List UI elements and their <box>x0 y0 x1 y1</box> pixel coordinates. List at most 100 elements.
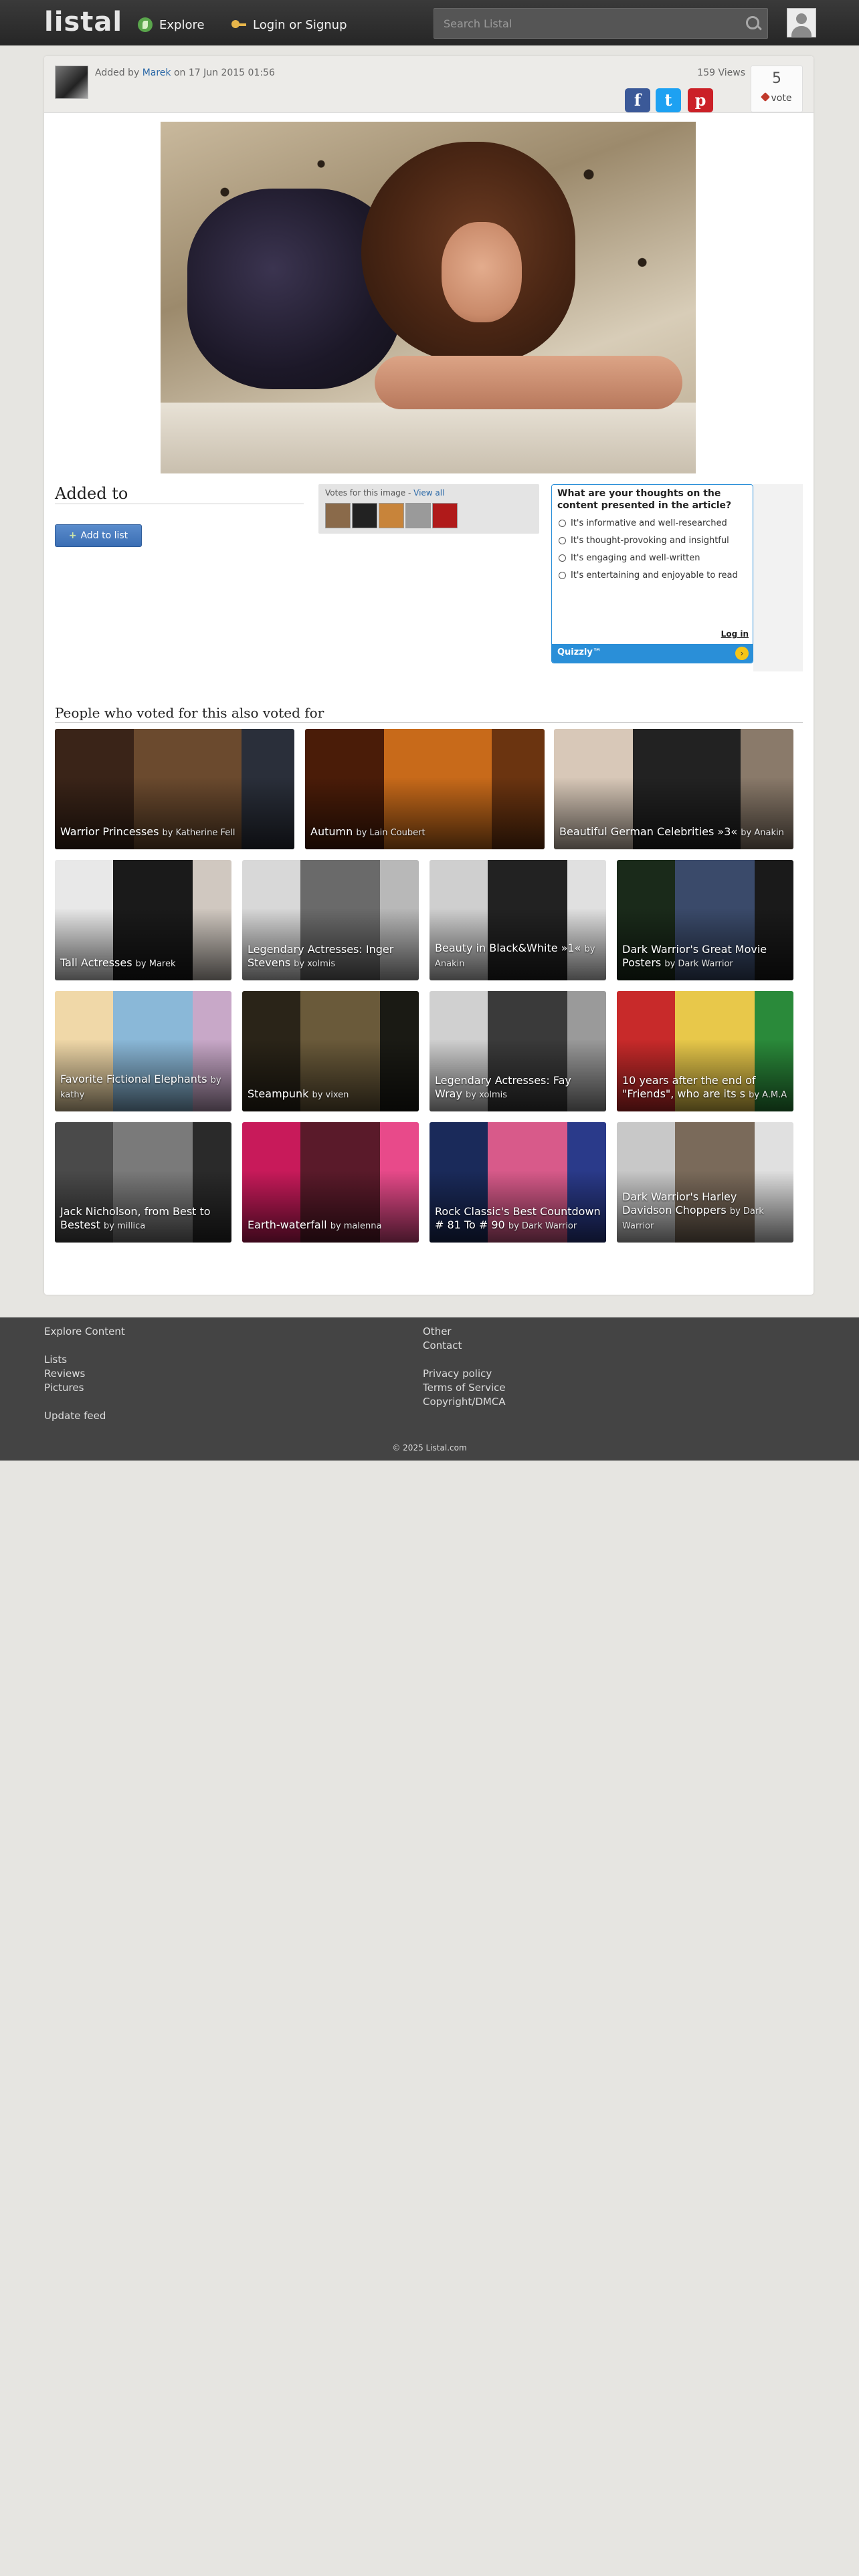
footer-copyright-text: © 2025 Listal.com <box>392 1443 467 1453</box>
tile-caption: Tall Actresses by Marek <box>60 956 226 971</box>
voter-avatar[interactable] <box>432 503 458 528</box>
footer-pictures-link[interactable]: Pictures <box>44 1382 84 1394</box>
added-to-heading: Added to <box>55 484 128 503</box>
pinterest-share-button[interactable]: p <box>688 88 713 112</box>
vote-button[interactable]: 5 vote <box>751 66 803 112</box>
view-count: 159 Views <box>697 68 745 78</box>
quiz-next-arrow-icon[interactable]: › <box>735 647 749 660</box>
radio-icon <box>559 554 566 562</box>
tile-caption: Steampunk by vixen <box>248 1087 413 1102</box>
add-to-list-button[interactable]: + Add to list <box>55 524 142 547</box>
footer-contact-link[interactable]: Contact <box>423 1339 462 1352</box>
twitter-share-button[interactable]: t <box>656 88 681 112</box>
uploader-avatar[interactable] <box>55 66 88 99</box>
also-voted-list-tile[interactable]: Favorite Fictional Elephants by kathy <box>55 991 231 1111</box>
also-voted-list-tile[interactable]: Tall Actresses by Marek <box>55 860 231 980</box>
footer-copyright-link[interactable]: Copyright/DMCA <box>423 1396 506 1408</box>
quiz-question: What are your thoughts on the content pr… <box>557 488 732 511</box>
voter-avatar[interactable] <box>405 503 431 528</box>
user-avatar[interactable] <box>787 8 816 37</box>
also-voted-list-tile[interactable]: Beautiful German Celebrities »3« by Anak… <box>554 729 793 849</box>
quiz-option-label: It's engaging and well-written <box>571 553 700 563</box>
tile-title: Warrior Princesses <box>60 825 159 838</box>
vote-label: vote <box>771 93 792 104</box>
vote-count: 5 <box>772 70 781 87</box>
also-voted-list-tile[interactable]: Warrior Princesses by Katherine Fell <box>55 729 294 849</box>
radio-icon <box>559 572 566 579</box>
also-voted-list-tile[interactable]: Dark Warrior's Great Movie Posters by Da… <box>617 860 793 980</box>
footer-update-feed-link[interactable]: Update feed <box>44 1410 106 1422</box>
added-by-line: Added by Marek on 17 Jun 2015 01:56 <box>95 68 275 78</box>
tile-author: by Katherine Fell <box>162 828 235 838</box>
quiz-login-link[interactable]: Log in <box>721 629 749 639</box>
site-footer: Explore Content Lists Reviews Pictures U… <box>0 1317 859 1461</box>
tile-author: by Marek <box>135 959 176 969</box>
explore-link[interactable]: Explore <box>138 17 205 32</box>
tile-caption: Legendary Actresses: Fay Wray by xolmis <box>435 1074 601 1102</box>
quiz-option[interactable]: It's engaging and well-written <box>559 553 739 564</box>
quiz-option-label: It's thought-provoking and insightful <box>571 536 729 546</box>
tile-caption: Warrior Princesses by Katherine Fell <box>60 825 289 840</box>
also-voted-list-tile[interactable]: Beauty in Black&White »1« by Anakin <box>430 860 606 980</box>
also-voted-list-tile[interactable]: Dark Warrior's Harley Davidson Choppers … <box>617 1122 793 1243</box>
divider <box>55 722 803 723</box>
tile-caption: Rock Classic's Best Countdown # 81 To # … <box>435 1205 601 1233</box>
also-voted-list-tile[interactable]: Autumn by Lain Coubert <box>305 729 545 849</box>
added-date: on 17 Jun 2015 01:56 <box>173 68 275 78</box>
tile-caption: Legendary Actresses: Inger Stevens by xo… <box>248 943 413 971</box>
footer-privacy-link[interactable]: Privacy policy <box>423 1368 492 1380</box>
tile-title: Steampunk <box>248 1087 309 1100</box>
login-signup-link[interactable]: Login or Signup <box>231 17 347 32</box>
voter-avatar[interactable] <box>325 503 351 528</box>
search-input[interactable] <box>434 9 729 38</box>
voter-avatar[interactable] <box>379 503 404 528</box>
plus-icon: + <box>68 530 77 541</box>
tile-title: Dark Warrior's Harley Davidson Choppers <box>622 1190 737 1216</box>
uploader-link[interactable]: Marek <box>142 68 171 78</box>
quiz-option[interactable]: It's thought-provoking and insightful <box>559 536 739 546</box>
also-voted-list-tile[interactable]: Earth-waterfall by malenna <box>242 1122 419 1243</box>
tile-author: by xolmis <box>294 959 336 969</box>
also-voted-list-tile[interactable]: Jack Nicholson, from Best to Bestest by … <box>55 1122 231 1243</box>
tile-author: by malenna <box>330 1221 382 1231</box>
main-photo[interactable] <box>161 122 696 473</box>
quiz-option-label: It's informative and well-researched <box>571 518 727 528</box>
photo-region-sheet <box>161 403 696 473</box>
listal-logo[interactable]: listal <box>44 7 122 37</box>
also-voted-list-tile[interactable]: Legendary Actresses: Inger Stevens by xo… <box>242 860 419 980</box>
twitter-icon: t <box>664 90 672 110</box>
tile-title: Beauty in Black&White »1« <box>435 942 581 954</box>
explore-label: Explore <box>159 17 205 32</box>
tile-caption: Beautiful German Celebrities »3« by Anak… <box>559 825 788 840</box>
tile-title: Tall Actresses <box>60 956 132 969</box>
tile-title: Beautiful German Celebrities »3« <box>559 825 738 838</box>
radio-icon <box>559 537 566 544</box>
tile-author: by millica <box>103 1221 146 1231</box>
login-signup-label: Login or Signup <box>253 17 347 32</box>
quiz-option[interactable]: It's entertaining and enjoyable to read <box>559 570 739 581</box>
voter-avatar[interactable] <box>352 503 377 528</box>
footer-other: Other <box>423 1325 452 1337</box>
globe-icon <box>138 17 153 32</box>
also-voted-list-tile[interactable]: 10 years after the end of "Friends", who… <box>617 991 793 1111</box>
votes-title-text: Votes for this image - <box>325 488 414 498</box>
also-voted-list-tile[interactable]: Rock Classic's Best Countdown # 81 To # … <box>430 1122 606 1243</box>
facebook-share-button[interactable]: f <box>625 88 650 112</box>
also-voted-heading: People who voted for this also voted for <box>55 705 324 721</box>
tile-author: by Anakin <box>741 828 784 838</box>
image-info-bar: Added by Marek on 17 Jun 2015 01:56 159 … <box>44 56 814 113</box>
also-voted-list-tile[interactable]: Legendary Actresses: Fay Wray by xolmis <box>430 991 606 1111</box>
footer-terms-link[interactable]: Terms of Service <box>423 1382 506 1394</box>
tile-author: by Dark Warrior <box>664 959 733 969</box>
tile-caption: Beauty in Black&White »1« by Anakin <box>435 942 601 971</box>
photo-region-arms <box>375 356 682 409</box>
view-all-link[interactable]: View all <box>413 488 444 498</box>
also-voted-list-tile[interactable]: Steampunk by vixen <box>242 991 419 1111</box>
footer-reviews-link[interactable]: Reviews <box>44 1368 85 1380</box>
quiz-option[interactable]: It's informative and well-researched <box>559 518 739 529</box>
quizzly-brand: Quizzly™ <box>557 647 601 657</box>
votes-panel: Votes for this image - View all <box>318 484 539 534</box>
search-icon[interactable] <box>746 16 759 29</box>
footer-lists-link[interactable]: Lists <box>44 1354 67 1366</box>
tile-author: by Dark Warrior <box>508 1221 577 1231</box>
